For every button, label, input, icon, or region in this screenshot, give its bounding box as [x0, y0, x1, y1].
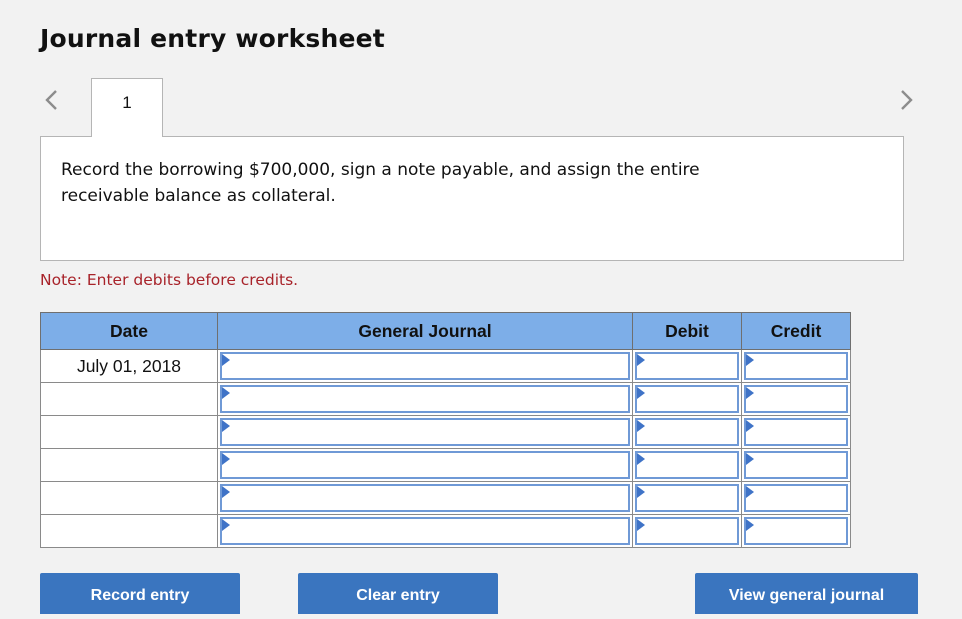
instruction-text-line-2: receivable balance as collateral.	[61, 186, 336, 206]
credit-cell	[741, 448, 851, 482]
instruction-text-line-1: Record the borrowing $700,000, sign a no…	[61, 160, 700, 180]
debit-input[interactable]	[635, 352, 739, 380]
debit-cell	[632, 448, 742, 482]
debit-cell	[632, 514, 742, 548]
journal-header-row: Date General Journal Debit Credit	[40, 312, 851, 350]
tab-1[interactable]: 1	[91, 78, 163, 137]
note-text: Note: Enter debits before credits.	[40, 271, 299, 289]
account-dropdown[interactable]	[220, 517, 630, 545]
debit-cell	[632, 382, 742, 416]
column-header-credit: Credit	[741, 312, 851, 350]
dropdown-marker-icon	[637, 387, 645, 399]
chevron-right-icon[interactable]	[894, 86, 918, 114]
tab-label: 1	[122, 93, 132, 112]
page-title: Journal entry worksheet	[40, 24, 385, 53]
debit-cell	[632, 415, 742, 449]
chevron-left-icon[interactable]	[40, 86, 64, 114]
dropdown-marker-icon	[637, 486, 645, 498]
dropdown-marker-icon	[222, 519, 230, 531]
dropdown-marker-icon	[222, 387, 230, 399]
credit-cell	[741, 481, 851, 515]
credit-input[interactable]	[744, 451, 848, 479]
debit-input[interactable]	[635, 484, 739, 512]
credit-cell	[741, 514, 851, 548]
debit-cell	[632, 349, 742, 383]
account-dropdown[interactable]	[220, 352, 630, 380]
table-row	[40, 448, 851, 482]
account-cell	[217, 382, 633, 416]
credit-input[interactable]	[744, 352, 848, 380]
view-general-journal-button[interactable]: View general journal	[695, 573, 918, 614]
debit-input[interactable]	[635, 385, 739, 413]
dropdown-marker-icon	[637, 354, 645, 366]
column-header-general-journal: General Journal	[217, 312, 633, 350]
credit-cell	[741, 349, 851, 383]
dropdown-marker-icon	[222, 420, 230, 432]
credit-input[interactable]	[744, 484, 848, 512]
date-cell[interactable]	[40, 514, 218, 548]
credit-input[interactable]	[744, 517, 848, 545]
column-header-date: Date	[40, 312, 218, 350]
date-cell[interactable]	[40, 382, 218, 416]
date-cell[interactable]	[40, 448, 218, 482]
account-dropdown[interactable]	[220, 418, 630, 446]
dropdown-marker-icon	[746, 354, 754, 366]
account-cell	[217, 448, 633, 482]
credit-cell	[741, 415, 851, 449]
clear-entry-button[interactable]: Clear entry	[298, 573, 498, 614]
date-cell: July 01, 2018	[40, 349, 218, 383]
table-row	[40, 382, 851, 416]
account-cell	[217, 514, 633, 548]
column-header-debit: Debit	[632, 312, 742, 350]
table-row	[40, 514, 851, 548]
account-cell	[217, 415, 633, 449]
journal-table: Date General Journal Debit Credit July 0…	[40, 312, 851, 548]
account-cell	[217, 349, 633, 383]
date-cell[interactable]	[40, 415, 218, 449]
dropdown-marker-icon	[222, 354, 230, 366]
dropdown-marker-icon	[222, 453, 230, 465]
account-dropdown[interactable]	[220, 484, 630, 512]
dropdown-marker-icon	[222, 486, 230, 498]
credit-cell	[741, 382, 851, 416]
dropdown-marker-icon	[746, 486, 754, 498]
instruction-panel: Record the borrowing $700,000, sign a no…	[40, 136, 904, 261]
account-cell	[217, 481, 633, 515]
account-dropdown[interactable]	[220, 385, 630, 413]
table-row: July 01, 2018	[40, 349, 851, 383]
table-row	[40, 481, 851, 515]
debit-input[interactable]	[635, 517, 739, 545]
record-entry-button[interactable]: Record entry	[40, 573, 240, 614]
debit-input[interactable]	[635, 451, 739, 479]
dropdown-marker-icon	[637, 453, 645, 465]
account-dropdown[interactable]	[220, 451, 630, 479]
debit-cell	[632, 481, 742, 515]
dropdown-marker-icon	[746, 519, 754, 531]
dropdown-marker-icon	[746, 387, 754, 399]
debit-input[interactable]	[635, 418, 739, 446]
dropdown-marker-icon	[637, 519, 645, 531]
date-cell[interactable]	[40, 481, 218, 515]
table-row	[40, 415, 851, 449]
credit-input[interactable]	[744, 385, 848, 413]
dropdown-marker-icon	[637, 420, 645, 432]
dropdown-marker-icon	[746, 453, 754, 465]
credit-input[interactable]	[744, 418, 848, 446]
dropdown-marker-icon	[746, 420, 754, 432]
